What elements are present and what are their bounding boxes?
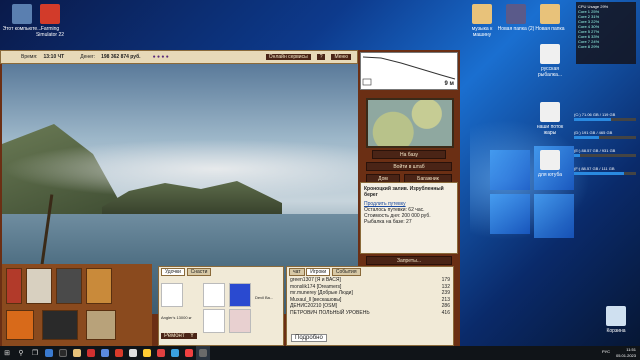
drive-fill <box>574 136 600 139</box>
location-map[interactable] <box>366 98 454 148</box>
reel-item[interactable] <box>203 283 225 307</box>
clock-date[interactable]: 05.01.2023 <box>616 353 636 359</box>
game-window: Время: 13:10 ЧТ Денег: 198 362 874 руб. … <box>0 50 460 346</box>
desktop-icon-russian-fishing[interactable]: русская рыбалка... <box>530 44 570 78</box>
depth-line <box>362 56 456 86</box>
drive-fill <box>574 154 581 157</box>
tab-rods[interactable]: Удочки <box>161 268 185 276</box>
bans-button[interactable]: Запреты... <box>366 256 452 265</box>
gear-panel: Удочки Снасти Angler's 13000 кг Devil Ba… <box>158 266 284 346</box>
taskbar-app[interactable] <box>154 346 168 360</box>
player-row[interactable]: ПЕТРОВИЧ ПОЛЬНЫЙ УРОВЕНЬ 416 <box>287 310 453 317</box>
bait-icons: ● ● ● ● <box>152 54 169 60</box>
menu-button[interactable]: Меню <box>331 54 351 60</box>
task-view-icon[interactable]: ❐ <box>28 346 42 360</box>
money-value: 198 362 874 руб. <box>101 54 141 60</box>
location-info: Кроноцкий залив. Изрубленный берег Продл… <box>360 182 458 254</box>
drive-meter: (D:) 191 GB / 465 GB <box>574 130 636 139</box>
online-services-button[interactable]: Онлайн сервисы <box>265 54 311 60</box>
taskbar-app[interactable] <box>182 346 196 360</box>
depth-chart: 9 м <box>360 52 458 90</box>
chat-panel: чат Игроки События green1307 [Я и ВАСЯ] 1… <box>286 266 454 346</box>
taskbar-app[interactable] <box>168 346 182 360</box>
document-icon <box>540 150 560 170</box>
taskbar-app[interactable] <box>98 346 112 360</box>
computer-icon <box>12 4 32 24</box>
tab-tackle[interactable]: Снасти <box>186 268 212 276</box>
windows-logo-pane <box>490 150 530 190</box>
line-spool-item[interactable] <box>229 283 251 307</box>
search-icon[interactable]: ⚲ <box>14 346 28 360</box>
drive-meter: (E:) 88.57 GB / 931 GB <box>574 148 636 157</box>
desktop-icon-streams[interactable]: наши поток жары <box>530 102 570 136</box>
tab-chat[interactable]: чат <box>289 268 305 276</box>
cut-line-button[interactable]: Y <box>187 333 198 339</box>
time-label: Время: <box>21 54 38 60</box>
help-button[interactable]: ? <box>316 54 326 60</box>
inventory-panel <box>2 264 152 346</box>
drive-meter: (C:) 71.06 GB / 119 GB <box>574 112 636 121</box>
rod-name: Angler's 13000 кг <box>161 315 192 320</box>
taskbar-app[interactable] <box>112 346 126 360</box>
pot-slot[interactable] <box>42 310 78 340</box>
document-icon <box>540 44 560 64</box>
recycle-bin-icon <box>606 306 626 326</box>
tackle-box-slot[interactable] <box>26 268 52 304</box>
taskbar-app[interactable] <box>140 346 154 360</box>
rod-item[interactable] <box>161 283 183 307</box>
desktop-icon-new-folder[interactable]: Новая папка <box>530 4 570 32</box>
language-indicator[interactable]: РУС <box>602 349 610 355</box>
enter-hq-button[interactable]: Войти в штаб <box>366 162 452 171</box>
rod-rack-slot[interactable] <box>6 268 22 304</box>
backpack-slot[interactable] <box>56 268 82 304</box>
to-base-button[interactable]: На базу <box>372 150 446 159</box>
time-value: 13:10 ЧТ <box>43 54 65 60</box>
details-button[interactable]: Подробно <box>291 334 327 342</box>
depth-value: 9 м <box>444 81 454 87</box>
farming-simulator-icon <box>40 4 60 24</box>
bottom-panel: Удочки Снасти Angler's 13000 кг Devil Ba… <box>0 264 460 346</box>
taskbar-app[interactable] <box>56 346 70 360</box>
cpu-core-line: Core 8 29% <box>578 44 600 49</box>
drive-fill <box>574 118 612 121</box>
folder-icon <box>472 4 492 24</box>
start-button[interactable]: ⊞ <box>0 346 14 360</box>
notebook-slot[interactable] <box>86 268 112 304</box>
system-tray: РУС 11:51 05.01.2023 <box>602 346 636 360</box>
taskbar-app[interactable] <box>42 346 56 360</box>
money-label: Денег: <box>80 54 96 60</box>
folder-icon <box>506 4 526 24</box>
taskbar-app-active[interactable] <box>196 346 210 360</box>
bucket-slot[interactable] <box>6 310 34 340</box>
bag-slot[interactable] <box>86 310 116 340</box>
windows-logo-pane <box>534 194 574 238</box>
desktop-icon-youtube[interactable]: для ютуба <box>530 150 570 178</box>
repair-button[interactable]: Ремонт <box>161 333 188 339</box>
taskbar-app[interactable] <box>70 346 84 360</box>
taskbar-app[interactable] <box>126 346 140 360</box>
drive-meter: (F:) 88.57 GB / 111 GB <box>574 166 636 175</box>
tab-events[interactable]: События <box>331 268 361 276</box>
desktop-icon-recycle-bin[interactable]: Корзина <box>596 306 636 334</box>
location-title: Кроноцкий залив. Изрубленный берег <box>364 186 444 198</box>
game-topbar: Время: 13:10 ЧТ Денег: 198 362 874 руб. … <box>0 50 358 64</box>
taskbar: ⊞ ⚲ ❐ РУС 11:51 05.01.2023 <box>0 346 640 360</box>
taskbar-app[interactable] <box>84 346 98 360</box>
drive-fill <box>574 172 624 175</box>
reel-name: Devil Ba... <box>255 295 274 300</box>
base-fishing: Рыбалка на базе: 27 <box>364 219 412 225</box>
bait-item[interactable] <box>229 309 251 333</box>
folder-icon <box>540 4 560 24</box>
desktop-icon-farming-simulator[interactable]: Farming Simulator 22 <box>30 4 70 38</box>
windows-logo-pane <box>490 194 530 234</box>
cpu-usage-widget: CPU Usage 29% Core 1 25% Core 2 31% Core… <box>576 2 636 64</box>
document-icon <box>540 102 560 122</box>
hook-item[interactable] <box>203 309 225 333</box>
tab-players[interactable]: Игроки <box>306 268 331 276</box>
